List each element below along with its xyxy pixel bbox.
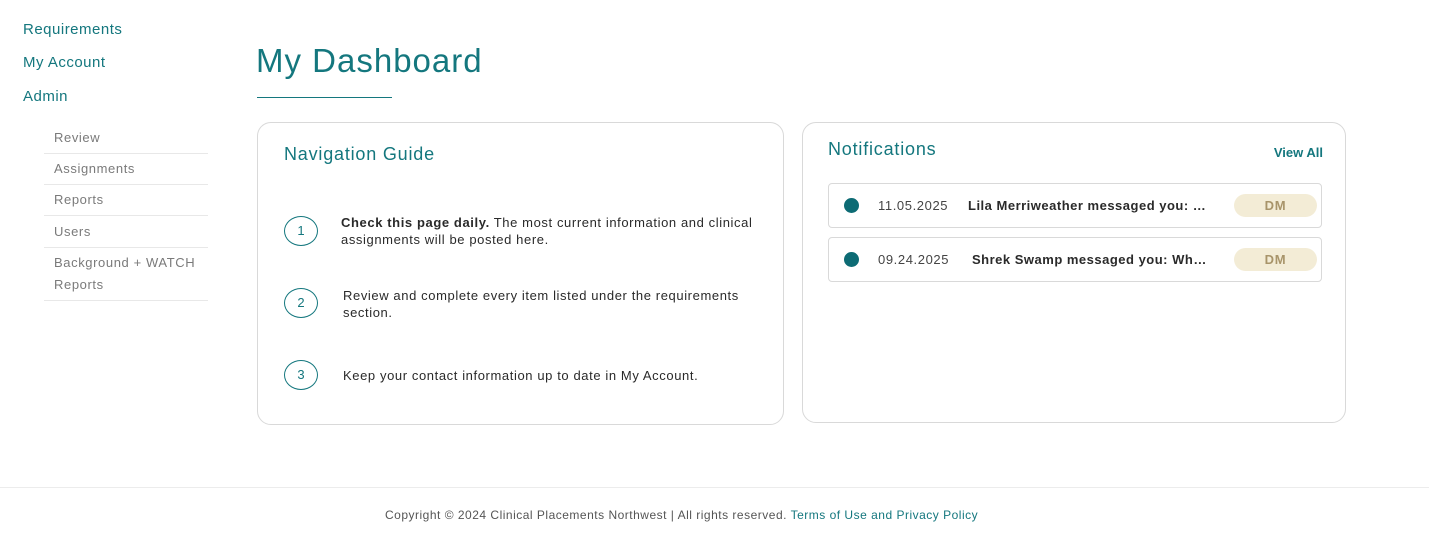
step-number-badge: 1 xyxy=(284,216,318,246)
view-all-link[interactable]: View All xyxy=(1274,145,1323,160)
dm-badge: DM xyxy=(1234,194,1317,217)
sidebar-subitem-reports[interactable]: Reports xyxy=(44,185,208,216)
navigation-guide-title: Navigation Guide xyxy=(284,144,435,164)
notification-item[interactable]: 11.05.2025 Lila Merriweather messaged yo… xyxy=(828,183,1322,228)
sidebar-item-requirements[interactable]: Requirements xyxy=(23,21,122,38)
step-body-text: Review and complete every item listed un… xyxy=(343,288,739,320)
page-title: My Dashboard xyxy=(256,42,483,79)
unread-dot-icon xyxy=(844,198,859,213)
navigation-guide-card: Navigation Guide 1 Check this page daily… xyxy=(257,122,784,425)
step-text: Check this page daily. The most current … xyxy=(341,214,761,248)
step-number-badge: 2 xyxy=(284,288,318,318)
terms-privacy-link[interactable]: Terms of Use and Privacy Policy xyxy=(791,508,979,522)
step-number-badge: 3 xyxy=(284,360,318,390)
sidebar-subitem-label: Users xyxy=(54,224,91,239)
notification-date: 09.24.2025 xyxy=(878,252,950,267)
sidebar-subitem-label: Review xyxy=(54,130,101,145)
sidebar-item-admin[interactable]: Admin xyxy=(23,88,68,105)
notification-message: Shrek Swamp messaged you: Wh… xyxy=(972,252,1207,267)
notifications-card: Notifications View All 11.05.2025 Lila M… xyxy=(802,122,1346,423)
sidebar-item-my-account[interactable]: My Account xyxy=(23,54,106,71)
sidebar-subitem-background-watch-reports[interactable]: Background + WATCH Reports xyxy=(44,248,208,301)
footer-copyright: Copyright © 2024 Clinical Placements Nor… xyxy=(385,508,787,522)
step-text: Review and complete every item listed un… xyxy=(343,287,763,321)
unread-dot-icon xyxy=(844,252,859,267)
notification-item[interactable]: 09.24.2025 Shrek Swamp messaged you: Wh…… xyxy=(828,237,1322,282)
title-underline xyxy=(257,97,392,98)
sidebar-subitem-users[interactable]: Users xyxy=(44,216,208,248)
sidebar-subitem-label: Reports xyxy=(54,192,104,207)
step-text: Keep your contact information up to date… xyxy=(343,367,763,384)
sidebar-subitem-review[interactable]: Review xyxy=(44,123,208,154)
footer-divider xyxy=(0,487,1429,488)
notifications-title: Notifications xyxy=(828,139,937,159)
footer: Copyright © 2024 Clinical Placements Nor… xyxy=(385,508,978,522)
step-body-text: Keep your contact information up to date… xyxy=(343,368,699,383)
sidebar-subitem-label: Assignments xyxy=(54,161,136,176)
notification-message: Lila Merriweather messaged you: … xyxy=(968,198,1207,213)
dm-badge: DM xyxy=(1234,248,1317,271)
sidebar-subitem-label: Background + WATCH Reports xyxy=(54,255,196,292)
notification-date: 11.05.2025 xyxy=(878,198,949,213)
step-bold-text: Check this page daily. xyxy=(341,215,490,230)
sidebar-subitem-assignments[interactable]: Assignments xyxy=(44,154,208,185)
